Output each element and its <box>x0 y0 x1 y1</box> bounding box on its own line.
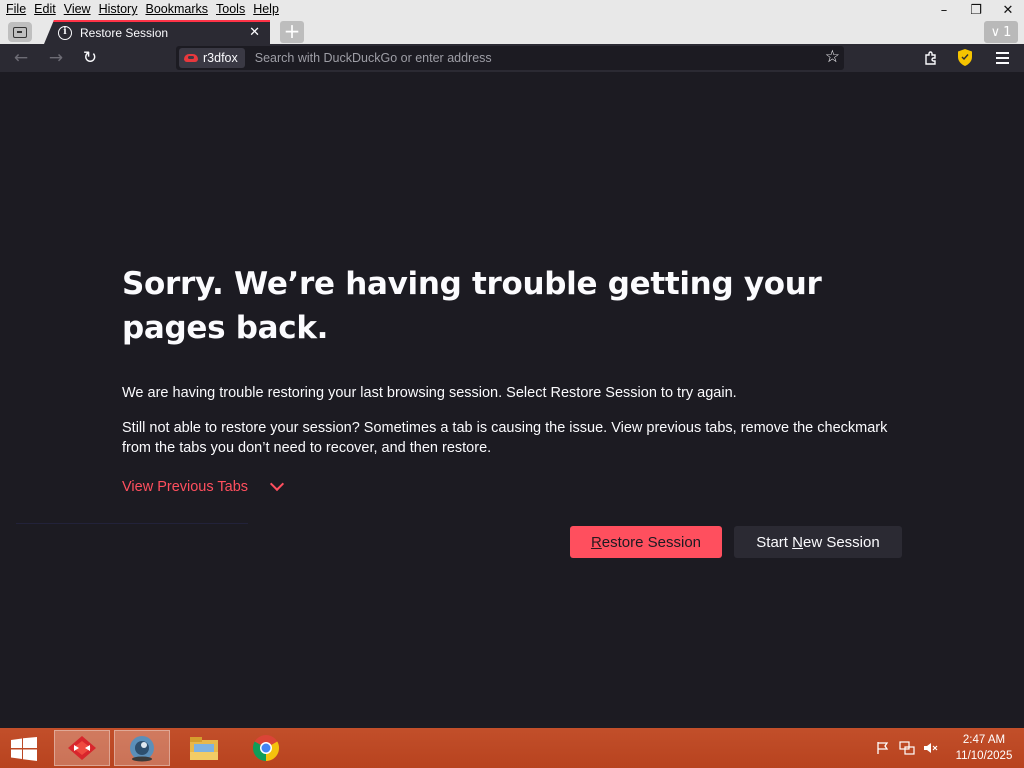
start-new-session-button[interactable]: Start New Session <box>734 526 902 558</box>
start-button[interactable] <box>10 737 38 761</box>
bookmark-star-icon[interactable]: ☆ <box>825 47 840 67</box>
clock-date: 11/10/2025 <box>955 750 1013 762</box>
view-previous-tabs-label: View Previous Tabs <box>122 479 249 495</box>
action-center-flag-icon[interactable] <box>872 738 894 758</box>
windows-logo-icon <box>11 737 37 761</box>
menu-bar: File Edit View History Bookmarks Tools H… <box>0 0 281 20</box>
chevron-down-icon <box>269 476 285 492</box>
nav-toolbar: ← → ↻ r3dfox ☆ <box>0 44 1024 72</box>
chevron-down-icon: ∨ <box>990 24 1001 40</box>
address-input[interactable] <box>254 51 795 65</box>
forward-button[interactable]: → <box>44 47 68 69</box>
chrome-icon <box>252 735 280 762</box>
identity-label: r3dfox <box>203 51 238 65</box>
network-icon[interactable] <box>896 738 918 758</box>
extensions-button[interactable] <box>920 47 942 69</box>
close-window-button[interactable]: ✕ <box>992 0 1024 20</box>
view-previous-tabs-toggle[interactable]: View Previous Tabs <box>122 476 285 495</box>
menu-bookmarks[interactable]: Bookmarks <box>139 0 208 20</box>
back-button[interactable]: ← <box>9 47 33 69</box>
page-title: Sorry. We’re having trouble getting your… <box>122 266 822 346</box>
menu-tools[interactable]: Tools <box>210 0 245 20</box>
puzzle-icon <box>925 51 936 65</box>
list-all-tabs-button[interactable]: ∨ 1 <box>984 21 1018 43</box>
r3dfox-icon <box>68 736 96 760</box>
restore-window-button[interactable]: ❐ <box>960 0 992 20</box>
menu-view[interactable]: View <box>58 0 91 20</box>
taskbar-network-app[interactable] <box>114 730 170 766</box>
folder-icon <box>190 737 218 760</box>
volume-muted-icon[interactable] <box>920 738 942 758</box>
tab-title: Restore Session <box>80 26 169 40</box>
title-bar: File Edit View History Bookmarks Tools H… <box>0 0 1024 44</box>
r3dfox-icon <box>184 53 198 63</box>
taskbar-chrome[interactable] <box>238 730 294 766</box>
tab-close-icon[interactable]: ✕ <box>249 25 260 40</box>
clock-time: 2:47 AM <box>962 734 1006 746</box>
reload-button[interactable]: ↻ <box>78 47 102 69</box>
taskbar-r3dfox[interactable] <box>54 730 110 766</box>
new-tab-button[interactable]: + <box>280 21 304 43</box>
url-bar[interactable]: r3dfox ☆ <box>176 46 844 70</box>
restore-help-text: Still not able to restore your session? … <box>122 420 888 456</box>
restore-session-page: Sorry. We’re having trouble getting your… <box>0 72 1024 728</box>
menu-file[interactable]: File <box>0 0 26 20</box>
firefox-view-icon <box>13 26 27 38</box>
hamburger-menu-icon[interactable] <box>992 48 1012 68</box>
taskbar: 2:47 AM 11/10/2025 <box>0 728 1024 768</box>
minimize-button[interactable]: – <box>928 0 960 20</box>
window-controls: – ❐ ✕ <box>928 0 1024 20</box>
restore-session-button[interactable]: Restore Session <box>570 526 722 558</box>
system-tray: 2:47 AM 11/10/2025 <box>872 728 1024 768</box>
menu-edit[interactable]: Edit <box>28 0 56 20</box>
taskbar-file-explorer[interactable] <box>176 730 232 766</box>
identity-box[interactable]: r3dfox <box>179 48 245 68</box>
ublock-shield-icon[interactable] <box>957 48 973 67</box>
tab-count: 1 <box>1003 24 1012 40</box>
menu-history[interactable]: History <box>93 0 138 20</box>
divider <box>16 523 248 524</box>
menu-help[interactable]: Help <box>247 0 279 20</box>
globe-icon <box>130 736 154 762</box>
restore-description: We are having trouble restoring your las… <box>122 385 737 401</box>
firefox-view-button[interactable] <box>8 22 32 42</box>
tab-restore-session[interactable]: i Restore Session ✕ <box>44 20 270 44</box>
clock[interactable]: 2:47 AM 11/10/2025 <box>944 732 1024 764</box>
info-icon: i <box>58 26 72 40</box>
